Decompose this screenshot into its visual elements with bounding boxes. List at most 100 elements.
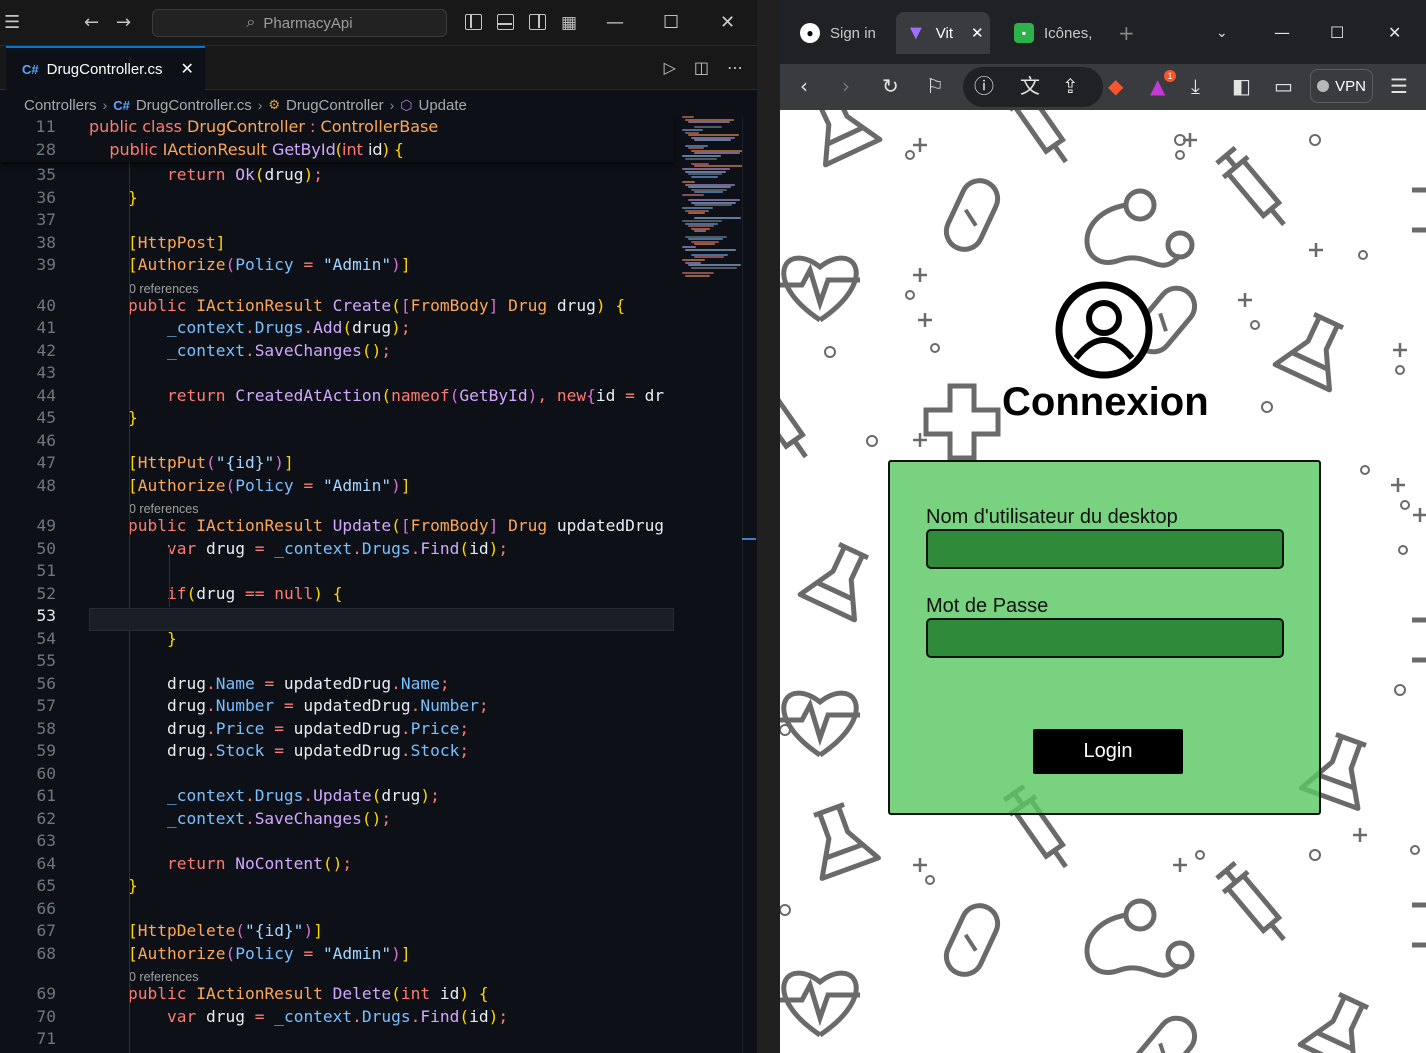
code-line[interactable]: 63 [0, 831, 674, 853]
site-info-icon[interactable]: ⓘ [974, 75, 994, 97]
sticky-line[interactable]: 28 public IActionResult GetById(int id) … [0, 140, 674, 162]
new-tab-icon[interactable]: + [1118, 22, 1135, 44]
back-arrow-icon[interactable]: ← [84, 14, 99, 32]
line-number: 48 [36, 475, 57, 495]
brave-shield-icon[interactable]: ◆ [1108, 75, 1123, 97]
login-button[interactable]: Login [1033, 729, 1183, 774]
wallet-icon[interactable]: ▭ [1274, 75, 1293, 97]
code-line[interactable]: 62 _context.SaveChanges(); [0, 809, 674, 831]
bookmark-icon[interactable]: ⚐ [926, 75, 944, 97]
code-line[interactable]: 56 drug.Name = updatedDrug.Name; [0, 674, 674, 696]
code-line[interactable]: 59 drug.Stock = updatedDrug.Stock; [0, 741, 674, 763]
code-line[interactable]: 44 return CreatedAtAction(nameof(GetById… [0, 386, 674, 408]
search-icon: ⌕ [246, 14, 256, 31]
code-line[interactable]: 70 var drug = _context.Drugs.Find(id); [0, 1007, 674, 1029]
brave-rewards-icon[interactable]: ▲ [1150, 75, 1165, 97]
code-line[interactable]: 49 public IActionResult Update([FromBody… [0, 516, 674, 538]
code-line[interactable]: 54 } [0, 629, 674, 651]
code-line[interactable]: 37 [0, 210, 674, 232]
code-line[interactable]: 45 } [0, 408, 674, 430]
code-line[interactable]: 66 [0, 899, 674, 921]
vpn-button[interactable]: VPN [1310, 69, 1373, 103]
close-window-icon[interactable]: ✕ [720, 12, 735, 33]
code-line[interactable]: 64 return NoContent(); [0, 854, 674, 876]
password-field[interactable] [926, 618, 1284, 658]
minimap[interactable] [678, 116, 749, 286]
sticky-line[interactable]: 11 public class DrugController : Controll… [0, 117, 674, 139]
command-center-label: PharmacyApi [263, 14, 353, 32]
code-line[interactable]: 65 } [0, 876, 674, 898]
codelens-references[interactable]: 0 references [129, 502, 198, 516]
sidebar-icon[interactable]: ◧ [1232, 75, 1251, 97]
login-card: Nom d'utilisateur du desktop Mot de Pass… [888, 460, 1321, 815]
code-line[interactable]: 57 drug.Number = updatedDrug.Number; [0, 696, 674, 718]
code-line[interactable]: 36 } [0, 188, 674, 210]
code-line[interactable]: 61 _context.Drugs.Update(drug); [0, 786, 674, 808]
maximize-icon[interactable]: ☐ [663, 12, 679, 33]
code-line[interactable]: 42 _context.SaveChanges(); [0, 341, 674, 363]
code-line[interactable]: 46 [0, 431, 674, 453]
close-tab-icon[interactable]: ✕ [971, 24, 984, 42]
codelens-references[interactable]: 0 references [129, 282, 198, 296]
share-icon[interactable]: ⇪ [1062, 75, 1079, 97]
username-field[interactable] [926, 529, 1284, 569]
code-area[interactable]: 35 return Ok(drug); 36 } 37 38 [HttpPost] 39… [0, 117, 674, 1053]
code-line[interactable]: 40 public IActionResult Create([FromBody… [0, 296, 674, 318]
code-line[interactable]: 69 public IActionResult Delete(int id) { [0, 984, 674, 1006]
user-avatar-icon [1055, 281, 1153, 379]
vertical-scrollbar[interactable] [742, 116, 757, 1053]
forward-icon[interactable]: › [842, 75, 850, 97]
close-window-icon[interactable]: ✕ [1388, 22, 1401, 44]
breadcrumb-method[interactable]: Update [419, 97, 467, 114]
code-line[interactable]: 47 [HttpPut("{id}")] [0, 453, 674, 475]
customize-layout-icon[interactable]: ▦ [561, 14, 577, 32]
code-line[interactable]: 38 [HttpPost] [0, 233, 674, 255]
code-line[interactable]: 71 [0, 1029, 674, 1051]
reload-icon[interactable]: ↻ [882, 75, 899, 97]
tab-search-chevron-icon[interactable]: ⌄ [1216, 22, 1228, 44]
toggle-sidebar-icon[interactable] [465, 14, 482, 30]
code-line[interactable]: 35 return Ok(drug); [0, 165, 674, 187]
run-icon[interactable]: ▷ [664, 58, 676, 77]
code-line[interactable]: 39 [Authorize(Policy = "Admin")] [0, 255, 674, 277]
minimize-icon[interactable]: — [606, 12, 624, 33]
maximize-icon[interactable]: ☐ [1330, 22, 1344, 44]
code-line[interactable]: 60 [0, 764, 674, 786]
code-line[interactable]: 52 if(drug == null) { [0, 584, 674, 606]
command-center-search[interactable]: ⌕ PharmacyApi [152, 9, 447, 37]
code-line[interactable]: 68 [Authorize(Policy = "Admin")] [0, 944, 674, 966]
sticky-scroll-header[interactable]: 11 public class DrugController : Controll… [0, 117, 674, 162]
code-line[interactable]: 41 _context.Drugs.Add(drug); [0, 318, 674, 340]
codelens-references[interactable]: 0 references [129, 970, 198, 984]
tab-sign-in[interactable]: ● Sign in [800, 12, 900, 54]
code-line[interactable]: 48 [Authorize(Policy = "Admin")] [0, 476, 674, 498]
breadcrumb-file[interactable]: DrugController.cs [136, 97, 252, 114]
tab-drugcontroller[interactable]: C# DrugController.cs ✕ [6, 46, 205, 90]
breadcrumb-class[interactable]: DrugController [286, 97, 384, 114]
more-actions-icon[interactable]: ⋯ [727, 58, 743, 77]
line-number: 57 [36, 696, 57, 715]
split-editor-icon[interactable]: ◫ [694, 58, 709, 77]
translate-icon[interactable]: 文 [1020, 75, 1040, 97]
minimize-icon[interactable]: — [1274, 22, 1290, 44]
menu-icon[interactable]: ☰ [1390, 75, 1408, 97]
code-line[interactable]: 51 [0, 561, 674, 583]
tab-icones[interactable]: ▪ Icônes, [1014, 12, 1104, 54]
toggle-secondary-sidebar-icon[interactable] [529, 14, 546, 30]
menu-icon[interactable]: ☰ [4, 14, 20, 32]
breadcrumb-folder[interactable]: Controllers [24, 97, 97, 114]
code-line[interactable]: 67 [HttpDelete("{id}")] [0, 921, 674, 943]
forward-arrow-icon[interactable]: → [116, 14, 131, 32]
download-icon[interactable]: ⤓ [1191, 75, 1200, 97]
code-line[interactable]: 55 [0, 651, 674, 673]
line-number: 65 [36, 876, 57, 895]
code-line[interactable]: 50 var drug = _context.Drugs.Find(id); [0, 539, 674, 561]
line-number: 46 [36, 430, 57, 450]
code-editor-window: ☰ ← → ⌕ PharmacyApi ▦ — ☐ ✕ C# DrugContr… [0, 0, 757, 1053]
close-tab-icon[interactable]: ✕ [181, 59, 194, 79]
toggle-panel-icon[interactable] [497, 14, 514, 30]
code-line[interactable]: 58 drug.Price = updatedDrug.Price; [0, 719, 674, 741]
code-line[interactable]: 43 [0, 363, 674, 385]
tab-vite[interactable]: ▼ Vit ✕ [896, 12, 990, 54]
back-icon[interactable]: ‹ [800, 75, 808, 97]
